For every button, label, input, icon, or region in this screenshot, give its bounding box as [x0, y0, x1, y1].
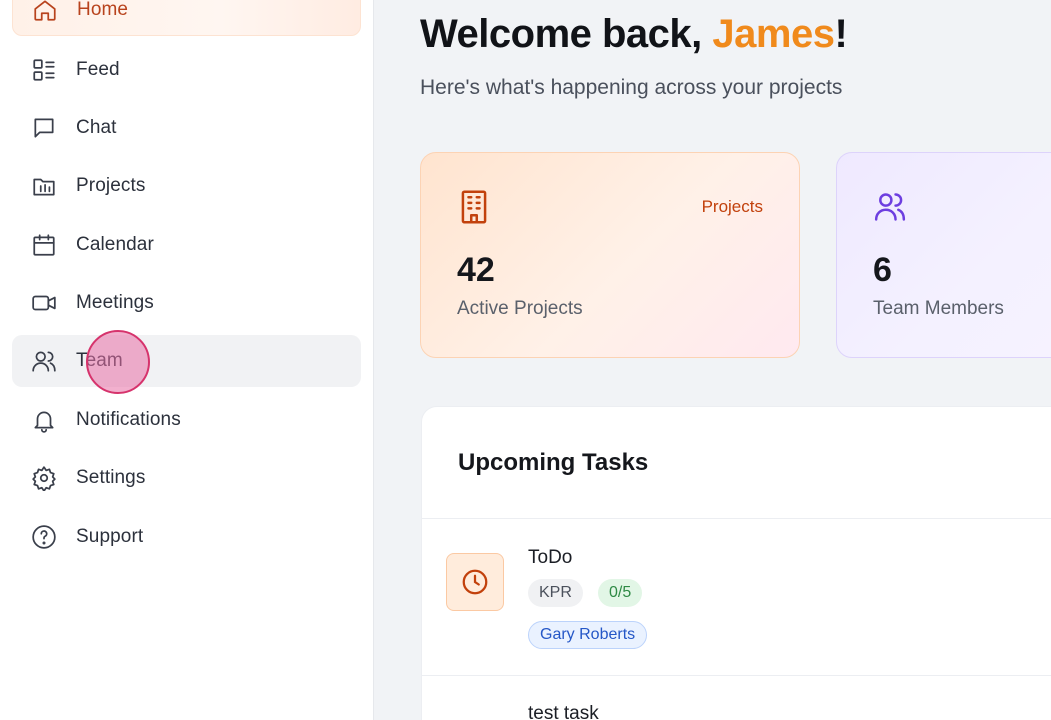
divider: [422, 518, 1051, 519]
stat-value: 6: [873, 251, 892, 289]
sidebar-item-label: Home: [77, 0, 129, 20]
user-name: James: [712, 12, 835, 56]
sidebar-item-home[interactable]: Home: [12, 0, 361, 36]
upcoming-tasks-panel: Upcoming Tasks ToDo KPR 0/5 Gary Roberts…: [421, 406, 1051, 720]
clock-icon: [446, 553, 504, 611]
divider: [422, 675, 1051, 676]
stat-card-team[interactable]: 6 Team Members: [836, 152, 1051, 358]
feed-icon: [30, 56, 58, 84]
stat-label: Team Members: [873, 298, 1004, 319]
progress-badge: 0/5: [598, 579, 643, 607]
page-title: Welcome back, James!: [420, 12, 848, 57]
sidebar-item-projects[interactable]: Projects: [12, 160, 361, 212]
sidebar-item-label: Support: [76, 526, 144, 547]
sidebar-item-label: Feed: [76, 59, 120, 80]
stat-card-projects[interactable]: Projects 42 Active Projects: [420, 152, 800, 358]
sidebar-item-label: Calendar: [76, 234, 154, 255]
home-icon: [31, 0, 59, 24]
users-icon: [873, 189, 907, 225]
sidebar-item-team[interactable]: Team: [12, 335, 361, 387]
sidebar-item-label: Meetings: [76, 292, 154, 313]
users-icon: [30, 347, 58, 375]
building-icon: [457, 189, 491, 225]
main-content: Welcome back, James! Here's what's happe…: [375, 0, 1051, 720]
sidebar-item-support[interactable]: Support: [12, 511, 361, 563]
assignee-badge[interactable]: Gary Roberts: [528, 621, 648, 649]
sidebar-item-chat[interactable]: Chat: [12, 102, 361, 154]
chat-icon: [30, 114, 58, 142]
task-title[interactable]: test task: [528, 703, 599, 720]
page-subtitle: Here's what's happening across your proj…: [420, 76, 843, 99]
sidebar-item-meetings[interactable]: Meetings: [12, 277, 361, 329]
sidebar-item-label: Team: [76, 350, 123, 371]
sidebar-item-label: Projects: [76, 175, 146, 196]
task-title: ToDo: [528, 547, 573, 568]
sidebar-item-calendar[interactable]: Calendar: [12, 219, 361, 271]
stat-label: Active Projects: [457, 298, 583, 319]
stat-value: 42: [457, 251, 495, 289]
sidebar-item-notifications[interactable]: Notifications: [12, 394, 361, 446]
video-icon: [30, 289, 58, 317]
project-code-badge: KPR: [528, 579, 583, 607]
greeting-suffix: !: [834, 12, 848, 56]
help-icon: [30, 523, 58, 551]
app-root: Home Feed Chat Projects Calendar Meeting…: [0, 0, 1051, 720]
greeting-prefix: Welcome back,: [420, 12, 713, 56]
sidebar-item-label: Chat: [76, 117, 117, 138]
gear-icon: [30, 464, 58, 492]
stat-tag: Projects: [701, 197, 763, 216]
sidebar-item-feed[interactable]: Feed: [12, 44, 361, 96]
sidebar-item-settings[interactable]: Settings: [12, 452, 361, 504]
sidebar: Home Feed Chat Projects Calendar Meeting…: [0, 0, 374, 720]
folder-icon: [30, 172, 58, 200]
sidebar-item-label: Notifications: [76, 409, 181, 430]
sidebar-item-label: Settings: [76, 467, 146, 488]
section-title: Upcoming Tasks: [458, 449, 649, 476]
bell-icon: [30, 406, 58, 434]
calendar-icon: [30, 231, 58, 259]
